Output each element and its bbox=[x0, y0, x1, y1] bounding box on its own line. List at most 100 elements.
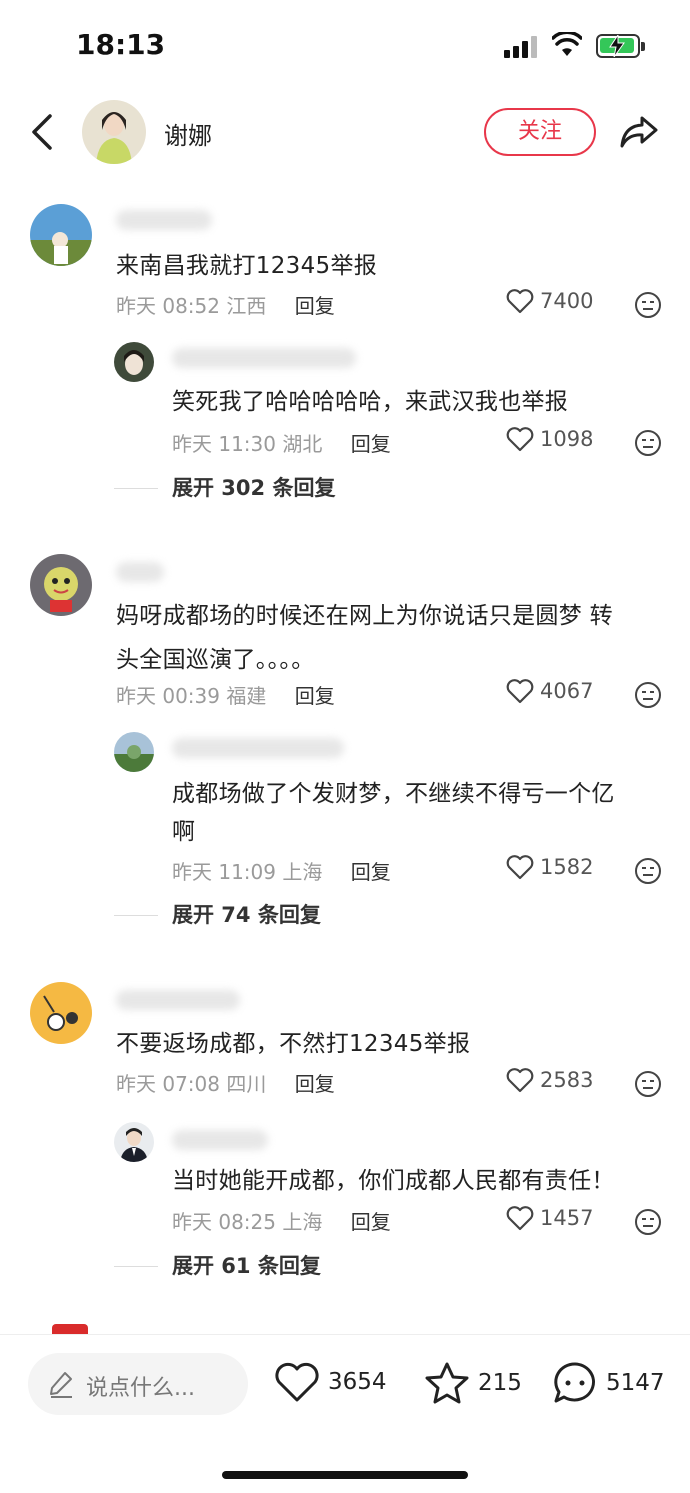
reply-text: 当时她能开成都，你们成都人民都有责任！ bbox=[172, 1168, 615, 1194]
username-blurred bbox=[172, 1130, 268, 1150]
like-count: 1098 bbox=[540, 427, 594, 451]
username-blurred bbox=[172, 348, 356, 368]
comment-meta: 昨天 00:39 福建 回复 bbox=[116, 680, 335, 709]
username-blurred bbox=[172, 738, 344, 758]
comment-count: 5147 bbox=[606, 1370, 665, 1396]
reply-button[interactable]: 回复 bbox=[351, 432, 391, 456]
status-bar: 18:13 bbox=[0, 0, 690, 90]
star-icon bbox=[425, 1362, 469, 1404]
comment-time: 昨天 07:08 bbox=[116, 1072, 220, 1096]
username-blurred bbox=[116, 562, 164, 582]
comment-meta: 昨天 07:08 四川 回复 bbox=[116, 1068, 335, 1097]
like-button[interactable]: 1582 bbox=[506, 854, 593, 880]
chat-icon bbox=[554, 1362, 595, 1403]
like-count: 4067 bbox=[540, 679, 594, 703]
reply-button[interactable]: 回复 bbox=[295, 684, 335, 708]
comment-text: 妈呀成都场的时候还在网上为你说话只是圆梦 转 bbox=[116, 603, 613, 629]
heart-icon bbox=[506, 289, 534, 314]
avatar[interactable] bbox=[114, 1122, 154, 1162]
comments-button[interactable]: 5147 bbox=[552, 1361, 665, 1405]
comment-text: 不要返场成都，不然打12345举报 bbox=[116, 1031, 471, 1057]
like-post-button[interactable]: 3654 bbox=[274, 1361, 387, 1403]
reply-time: 昨天 11:09 bbox=[172, 860, 276, 884]
comment-time: 昨天 00:39 bbox=[116, 684, 220, 708]
post-like-count: 3654 bbox=[328, 1369, 387, 1395]
heart-icon bbox=[506, 855, 534, 880]
heart-icon bbox=[506, 1068, 534, 1093]
avatar[interactable] bbox=[114, 342, 154, 382]
favorite-button[interactable]: 215 bbox=[424, 1361, 522, 1405]
reply-meta: 昨天 11:30 湖北 回复 bbox=[172, 428, 391, 457]
like-count: 2583 bbox=[540, 1068, 594, 1092]
reply-meta: 昨天 11:09 上海 回复 bbox=[172, 856, 391, 885]
avatar[interactable] bbox=[30, 554, 92, 616]
expand-replies-button[interactable]: 展开 61 条回复 bbox=[172, 1250, 321, 1280]
comment-location: 江西 bbox=[226, 294, 267, 318]
expand-replies-button[interactable]: 展开 302 条回复 bbox=[172, 472, 335, 502]
like-button[interactable]: 1098 bbox=[506, 426, 593, 452]
heart-icon bbox=[506, 679, 534, 704]
reply-button[interactable]: 回复 bbox=[351, 860, 391, 884]
reply-text: 啊 bbox=[172, 819, 196, 845]
reply-text: 笑死我了哈哈哈哈哈，来武汉我也举报 bbox=[172, 389, 569, 415]
username-blurred bbox=[116, 210, 212, 230]
comment-time: 昨天 08:52 bbox=[116, 294, 220, 318]
reply-location: 上海 bbox=[282, 1210, 323, 1234]
status-time: 18:13 bbox=[76, 28, 166, 61]
signal-icon bbox=[504, 36, 538, 58]
like-count: 1582 bbox=[540, 855, 594, 879]
divider bbox=[114, 1266, 158, 1267]
dislike-icon[interactable] bbox=[634, 1070, 662, 1098]
expand-replies-button[interactable]: 展开 74 条回复 bbox=[172, 899, 321, 929]
comment-text: 头全国巡演了。。。。 bbox=[116, 647, 315, 673]
reply-meta: 昨天 08:25 上海 回复 bbox=[172, 1206, 391, 1235]
dislike-icon[interactable] bbox=[634, 1208, 662, 1236]
reply-time: 昨天 08:25 bbox=[172, 1210, 276, 1234]
like-count: 1457 bbox=[540, 1206, 594, 1230]
header: 谢娜 关注 bbox=[0, 96, 690, 172]
dislike-icon[interactable] bbox=[634, 857, 662, 885]
share-icon[interactable] bbox=[618, 112, 660, 152]
wifi-icon bbox=[552, 32, 582, 56]
battery-icon bbox=[596, 34, 645, 58]
reply-button[interactable]: 回复 bbox=[295, 294, 335, 318]
dislike-icon[interactable] bbox=[634, 291, 662, 319]
like-button[interactable]: 4067 bbox=[506, 678, 593, 704]
reply-time: 昨天 11:30 bbox=[172, 432, 276, 456]
divider bbox=[114, 488, 158, 489]
favorite-count: 215 bbox=[478, 1370, 522, 1396]
comment-meta: 昨天 08:52 江西 回复 bbox=[116, 290, 335, 319]
avatar[interactable] bbox=[30, 204, 92, 266]
like-button[interactable]: 2583 bbox=[506, 1067, 593, 1093]
bottom-action-bar: 说点什么... 3654 215 5147 bbox=[0, 1335, 690, 1493]
reply-location: 上海 bbox=[282, 860, 323, 884]
author-avatar[interactable] bbox=[82, 100, 146, 164]
comment-input-placeholder: 说点什么... bbox=[86, 1376, 195, 1401]
divider bbox=[114, 915, 158, 916]
dislike-icon[interactable] bbox=[634, 681, 662, 709]
heart-icon bbox=[506, 427, 534, 452]
like-button[interactable]: 1457 bbox=[506, 1205, 593, 1231]
heart-icon bbox=[275, 1362, 319, 1402]
reply-button[interactable]: 回复 bbox=[295, 1072, 335, 1096]
avatar[interactable] bbox=[114, 732, 154, 772]
like-count: 7400 bbox=[540, 289, 594, 313]
like-button[interactable]: 7400 bbox=[506, 288, 593, 314]
avatar[interactable] bbox=[30, 982, 92, 1044]
home-indicator[interactable] bbox=[222, 1471, 468, 1479]
heart-icon bbox=[506, 1206, 534, 1231]
pencil-icon bbox=[50, 1372, 72, 1398]
username-blurred bbox=[116, 990, 240, 1010]
reply-button[interactable]: 回复 bbox=[351, 1210, 391, 1234]
author-name[interactable]: 谢娜 bbox=[164, 116, 212, 151]
comment-input[interactable]: 说点什么... bbox=[28, 1353, 248, 1415]
comment-location: 四川 bbox=[226, 1072, 267, 1096]
comment-location: 福建 bbox=[226, 684, 267, 708]
back-icon[interactable] bbox=[28, 112, 56, 152]
follow-button[interactable]: 关注 bbox=[484, 108, 596, 156]
dislike-icon[interactable] bbox=[634, 429, 662, 457]
reply-location: 湖北 bbox=[282, 432, 323, 456]
reply-text: 成都场做了个发财梦，不继续不得亏一个亿 bbox=[172, 781, 615, 807]
next-comment-avatar-peek bbox=[52, 1324, 88, 1334]
comment-text: 来南昌我就打12345举报 bbox=[116, 253, 378, 279]
